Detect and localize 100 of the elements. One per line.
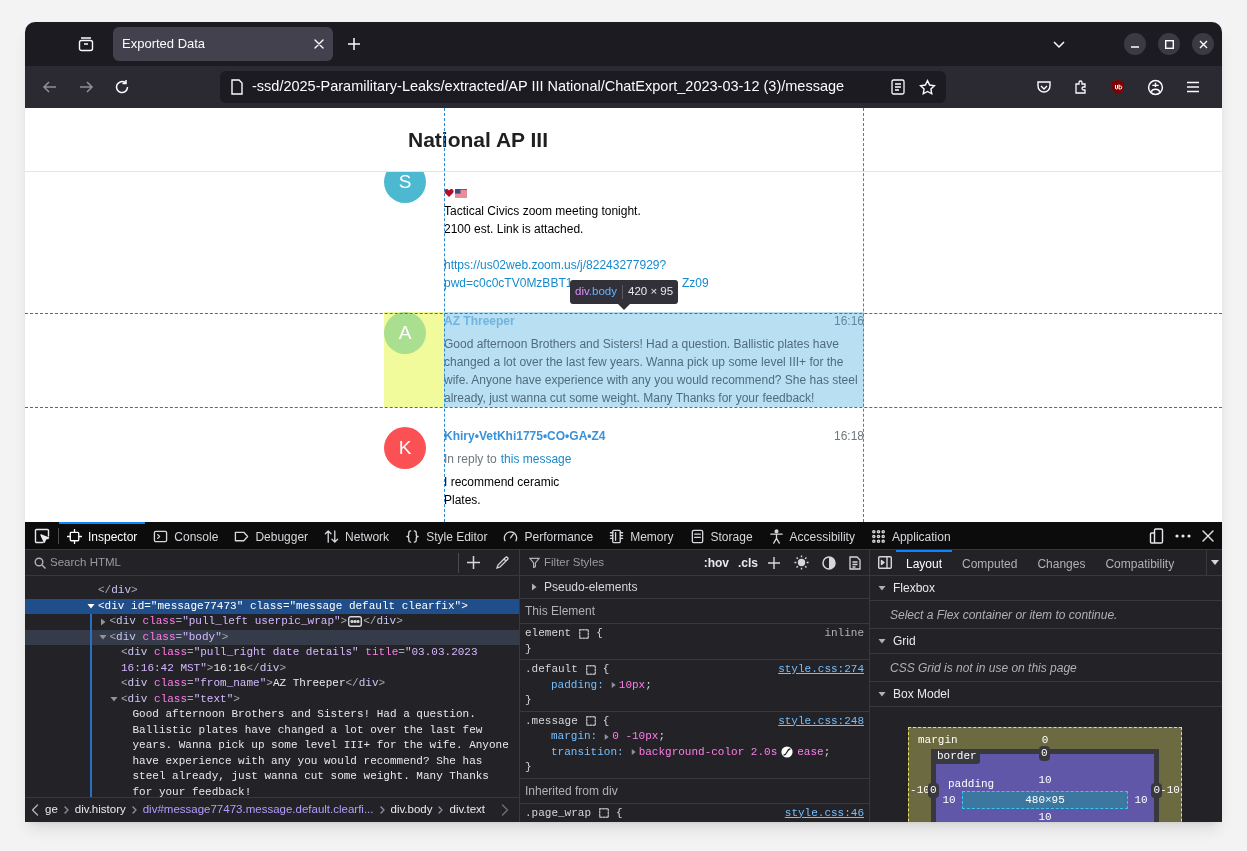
expand-triangle-icon[interactable] [530, 583, 538, 591]
css-value: ease; [797, 744, 831, 760]
expand-triangle-icon[interactable] [603, 732, 611, 741]
selector-highlighter-icon[interactable] [599, 808, 609, 819]
scroll-right-icon[interactable] [501, 804, 509, 816]
breadcrumb[interactable]: div.text [449, 801, 486, 819]
tree-row[interactable]: <div id="message77473" class="message default clearfix"> [25, 598, 519, 614]
section-toggle[interactable]: Pseudo-elements [544, 578, 638, 596]
star-icon[interactable] [919, 78, 936, 96]
section-header[interactable]: Flexbox [893, 579, 936, 597]
selector-highlighter-icon[interactable] [585, 716, 596, 727]
expand-triangle-icon[interactable] [110, 695, 118, 704]
url-text: -ssd/2025-Paramilitary-Leaks/extracted/AP III National/ChatExport_2023-03-12 (3)/message [252, 77, 846, 97]
devtools-tab[interactable]: Accessibility [760, 522, 863, 549]
sidebar-tab[interactable]: Changes [1027, 550, 1096, 575]
section-header[interactable]: Box Model [893, 685, 950, 703]
breadcrumb[interactable]: div.history [74, 801, 126, 819]
devtools-tab[interactable]: Storage [681, 522, 761, 549]
source-link[interactable]: style.css:248 [778, 713, 864, 729]
sidebar-toggle-icon[interactable] [878, 556, 892, 569]
tree-row[interactable]: <div class="text"> [25, 691, 519, 707]
box-label: padding [947, 777, 996, 792]
tree-row[interactable]: </div> [25, 583, 519, 599]
selector-highlighter-icon[interactable] [585, 664, 596, 675]
shield-icon[interactable] [1110, 79, 1126, 95]
section-header[interactable]: Grid [893, 632, 916, 650]
source-link[interactable]: style.css:274 [778, 662, 864, 678]
back-icon[interactable] [42, 79, 58, 95]
element-picker-icon[interactable] [34, 527, 50, 544]
minimize-button[interactable] [1124, 33, 1146, 55]
message-link[interactable]: pwd=c0c0cTV0MzBBT1 [444, 276, 573, 290]
account-icon[interactable] [1147, 78, 1164, 96]
add-rule-icon[interactable] [768, 556, 780, 569]
reload-icon[interactable] [114, 79, 130, 95]
person-icon [768, 529, 784, 544]
more-options-icon[interactable] [1175, 533, 1191, 538]
grid-icon [870, 529, 886, 544]
expand-triangle-icon[interactable] [878, 637, 886, 645]
source-link[interactable]: style.css:46 [784, 805, 864, 821]
devtools-tab[interactable]: Application [862, 522, 959, 549]
expand-triangle-icon[interactable] [98, 617, 107, 626]
close-icon[interactable] [1202, 529, 1214, 542]
classes-toggle[interactable]: .cls [738, 553, 758, 572]
address-bar[interactable]: -ssd/2025-Paramilitary-Leaks/extracted/AP III National/ChatExport_2023-03-12 (3)/message [220, 71, 946, 103]
filter-styles-field[interactable]: Filter Styles [544, 553, 684, 572]
hover-states-toggle[interactable]: :hov [703, 553, 729, 572]
devtools-tab[interactable]: Console [145, 522, 227, 549]
tree-row[interactable]: <div class="pull_right date details" title="03.03.2023 16:16:42 MST">16:16</div> [25, 645, 519, 676]
scroll-left-icon[interactable] [31, 804, 39, 816]
add-node-icon[interactable] [467, 556, 480, 569]
tab-label: Storage [710, 528, 753, 546]
breadcrumb[interactable]: div#message77473.message.default.clearfi... [142, 801, 374, 819]
expand-triangle-icon[interactable] [609, 681, 617, 690]
tree-row[interactable]: <div class="from_name">AZ Threeper</div> [25, 676, 519, 692]
devtools-tab[interactable]: Debugger [226, 522, 317, 549]
tree-row[interactable]: <div class="pull_left userpic_wrap"> </div> [25, 614, 519, 630]
brace-text: { [602, 713, 610, 729]
devtools-tab[interactable]: Network [316, 522, 398, 549]
reader-view-icon[interactable] [891, 79, 905, 95]
contrast-icon[interactable] [822, 555, 836, 570]
expand-triangle-icon[interactable] [878, 584, 886, 592]
devtools-tab[interactable]: Style Editor [397, 522, 496, 549]
devtools-tab[interactable]: Performance [495, 522, 602, 549]
search-html-field[interactable]: Search HTML [50, 553, 450, 572]
expand-triangle-icon[interactable] [629, 748, 637, 757]
brace-text: } [525, 760, 532, 775]
document-icon[interactable] [849, 555, 861, 570]
sidebar-tab[interactable]: Computed [952, 550, 1028, 575]
menu-icon[interactable] [1185, 79, 1201, 95]
sidebar-tab[interactable]: Compatibility [1095, 550, 1185, 575]
selector-highlighter-icon[interactable] [579, 628, 590, 639]
breadcrumb[interactable]: ge [45, 801, 58, 819]
browser-tab[interactable]: Exported Data [113, 27, 333, 61]
devtools-tab[interactable]: Memory [601, 522, 682, 549]
tab-overview-icon[interactable] [78, 36, 94, 52]
message-link[interactable]: https://us02web.zoom.us/j/82243277929? [444, 256, 667, 274]
reply-link[interactable]: this message [500, 450, 572, 468]
expand-triangle-icon[interactable] [87, 602, 95, 611]
expand-triangle-icon[interactable] [98, 633, 107, 642]
puzzle-icon[interactable] [1073, 79, 1089, 95]
expand-triangle-icon[interactable] [878, 690, 886, 698]
tree-row[interactable]: <div class="body"> [25, 629, 519, 645]
close-button[interactable] [1192, 33, 1214, 55]
empty-state-text: CSS Grid is not in use on this page [890, 659, 1077, 677]
ellipsis-badge-icon[interactable] [348, 616, 363, 628]
new-tab-icon[interactable] [347, 37, 361, 51]
responsive-design-icon[interactable] [1149, 527, 1164, 544]
gauge-icon [503, 529, 519, 544]
sidebar-tab[interactable]: Layout [896, 550, 953, 575]
message-link[interactable]: Zz09 [682, 274, 709, 292]
easing-curve-icon[interactable] [781, 746, 794, 759]
pocket-icon[interactable] [1036, 79, 1052, 95]
breadcrumb[interactable]: div.body [390, 801, 433, 819]
maximize-button[interactable] [1158, 33, 1180, 55]
tabs-dropdown-button[interactable] [1206, 550, 1222, 575]
chevron-right-icon [379, 806, 385, 814]
forward-icon[interactable] [78, 79, 94, 95]
sun-icon[interactable] [794, 555, 809, 570]
devtools-tab[interactable]: Inspector [59, 522, 146, 549]
source-label: inline [824, 626, 864, 641]
